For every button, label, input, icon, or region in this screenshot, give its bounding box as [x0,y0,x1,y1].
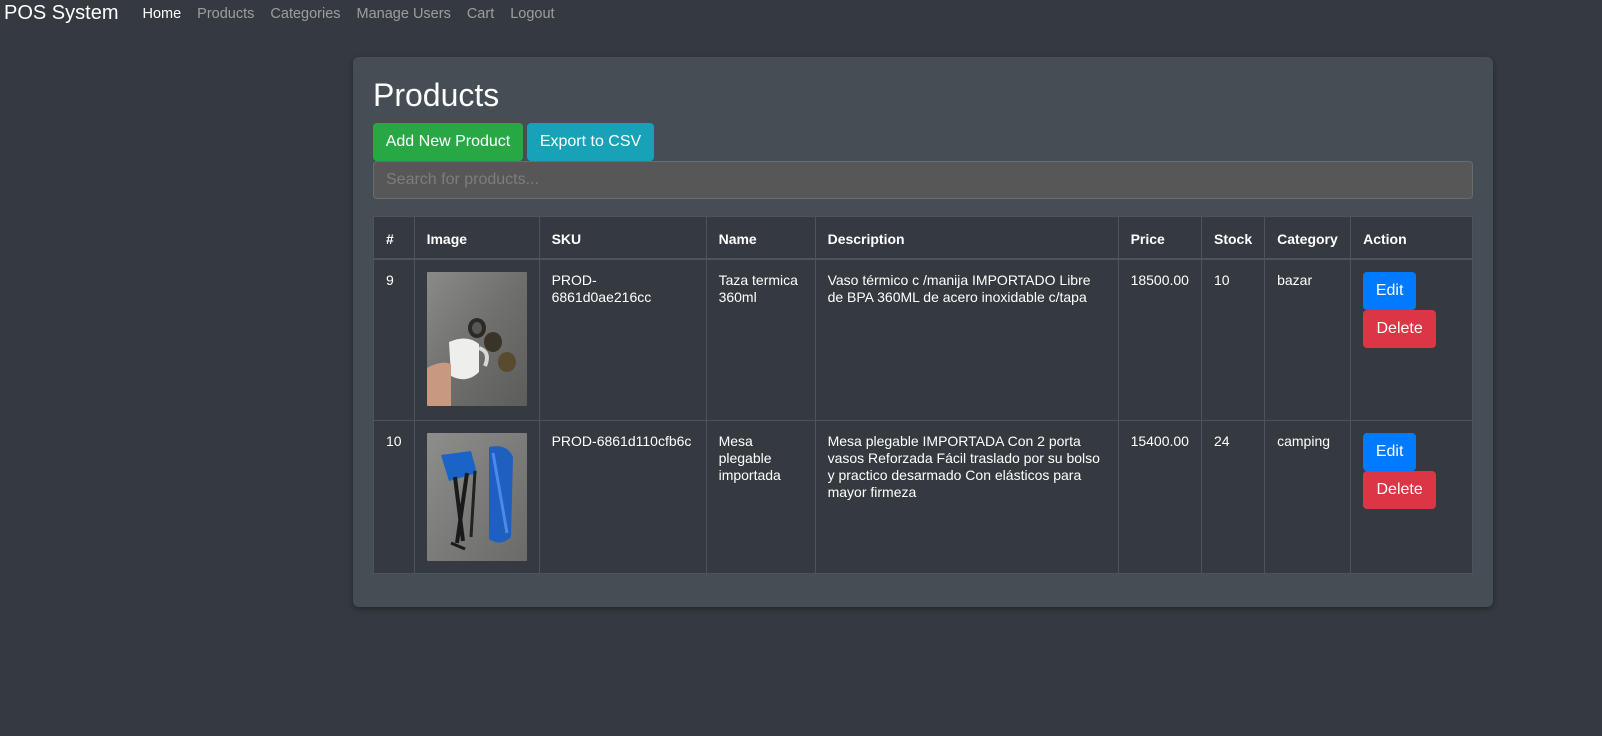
cell-price: 15400.00 [1117,420,1202,574]
delete-button[interactable]: Delete [1363,310,1437,348]
product-image [426,272,527,406]
header-sku: SKU [538,216,707,260]
products-card: Products Add New Product Export to CSV #… [353,57,1493,607]
table-row: 9 PROD-6861d0ae216cc Taza termica 360ml … [373,258,1473,421]
header-description: Description [814,216,1119,260]
cell-category: bazar [1264,258,1352,421]
edit-button[interactable]: Edit [1363,433,1417,471]
cell-image [413,420,540,574]
table-row: 10 PROD-6861d110cfb6c Mesa plegable impo… [373,420,1473,574]
cell-name: Taza termica 360ml [705,258,816,421]
cell-action: Edit Delete [1350,258,1473,421]
header-id: # [373,216,415,260]
cell-id: 9 [373,258,415,421]
nav-link-categories[interactable]: Categories [270,6,340,22]
cell-stock: 10 [1200,258,1266,421]
add-new-product-button[interactable]: Add New Product [373,123,523,161]
edit-button[interactable]: Edit [1363,272,1417,310]
header-stock: Stock [1200,216,1266,260]
brand-link[interactable]: POS System [4,2,118,25]
navbar: POS System Home Products Categories Mana… [0,0,1602,28]
cell-description: Mesa plegable IMPORTADA Con 2 porta vaso… [814,420,1119,574]
cell-category: camping [1264,420,1352,574]
cell-description: Vaso térmico c /manija IMPORTADO Libre d… [814,258,1119,421]
cell-stock: 24 [1200,420,1266,574]
search-input[interactable] [373,161,1473,199]
nav-link-cart[interactable]: Cart [467,6,494,22]
cell-name: Mesa plegable importada [705,420,816,574]
products-table: # Image SKU Name Description Price Stock… [373,216,1473,574]
nav-links: Home Products Categories Manage Users Ca… [142,6,570,22]
nav-link-logout[interactable]: Logout [510,6,554,22]
table-header-row: # Image SKU Name Description Price Stock… [373,216,1473,260]
header-action: Action [1350,216,1473,260]
header-image: Image [413,216,540,260]
page-title: Products [373,77,500,113]
export-csv-button[interactable]: Export to CSV [527,123,654,161]
cell-id: 10 [373,420,415,574]
cell-image [413,258,540,421]
nav-link-home[interactable]: Home [142,6,181,22]
header-name: Name [705,216,816,260]
cell-sku: PROD-6861d110cfb6c [538,420,707,574]
nav-link-manage-users[interactable]: Manage Users [357,6,451,22]
delete-button[interactable]: Delete [1363,471,1437,509]
header-price: Price [1117,216,1202,260]
cell-action: Edit Delete [1350,420,1473,574]
product-image [426,433,527,561]
cell-price: 18500.00 [1117,258,1202,421]
header-category: Category [1264,216,1352,260]
cell-sku: PROD-6861d0ae216cc [538,258,707,421]
nav-link-products[interactable]: Products [197,6,254,22]
